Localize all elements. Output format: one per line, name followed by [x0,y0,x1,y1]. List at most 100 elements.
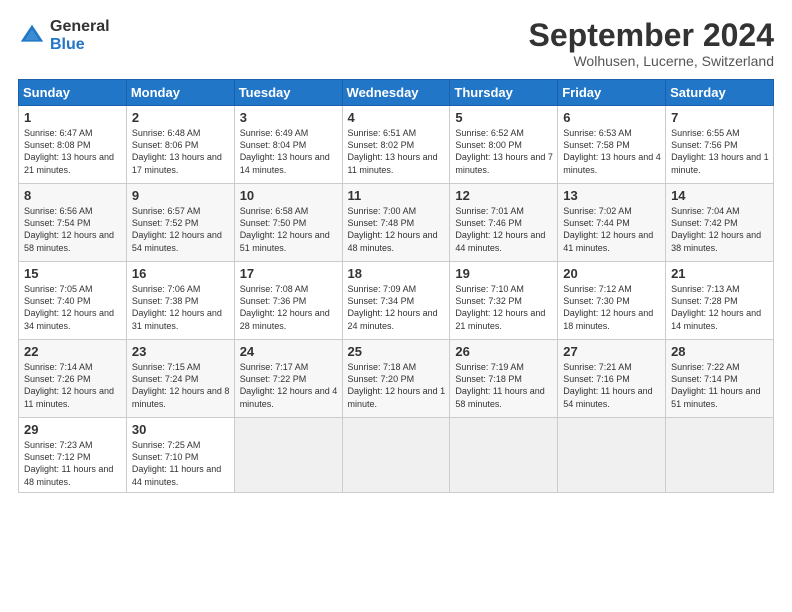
table-row: 29 Sunrise: 7:23 AMSunset: 7:12 PMDayligh… [19,418,127,493]
day-number: 8 [24,188,122,203]
subtitle: Wolhusen, Lucerne, Switzerland [529,53,774,69]
table-row: 13 Sunrise: 7:02 AMSunset: 7:44 PMDayligh… [558,184,666,262]
week-row-5: 29 Sunrise: 7:23 AMSunset: 7:12 PMDayligh… [19,418,774,493]
table-row: 26 Sunrise: 7:19 AMSunset: 7:18 PMDayligh… [450,340,558,418]
table-row: 7 Sunrise: 6:55 AMSunset: 7:56 PMDaylight… [666,106,774,184]
day-number: 23 [132,344,230,359]
day-number: 18 [348,266,446,281]
cell-content: Sunrise: 7:25 AMSunset: 7:10 PMDaylight:… [132,439,230,488]
col-friday: Friday [558,80,666,106]
cell-content: Sunrise: 7:00 AMSunset: 7:48 PMDaylight:… [348,205,446,254]
day-number: 27 [563,344,661,359]
col-sunday: Sunday [19,80,127,106]
cell-content: Sunrise: 7:10 AMSunset: 7:32 PMDaylight:… [455,283,553,332]
table-row: 1Sunrise: 6:47 AMSunset: 8:08 PMDaylight… [19,106,127,184]
table-row: 3 Sunrise: 6:49 AMSunset: 8:04 PMDaylight… [234,106,342,184]
table-row: 16Sunrise: 7:06 AMSunset: 7:38 PMDayligh… [126,262,234,340]
day-number: 28 [671,344,769,359]
table-row: 21Sunrise: 7:13 AMSunset: 7:28 PMDayligh… [666,262,774,340]
cell-content: Sunrise: 6:47 AMSunset: 8:08 PMDaylight:… [24,127,122,176]
table-row: 4Sunrise: 6:51 AMSunset: 8:02 PMDaylight… [342,106,450,184]
day-number: 13 [563,188,661,203]
col-wednesday: Wednesday [342,80,450,106]
week-row-2: 8 Sunrise: 6:56 AMSunset: 7:54 PMDaylight… [19,184,774,262]
logo-blue-text: Blue [50,36,110,54]
cell-content: Sunrise: 6:57 AMSunset: 7:52 PMDaylight:… [132,205,230,254]
table-row: 18Sunrise: 7:09 AMSunset: 7:34 PMDayligh… [342,262,450,340]
col-monday: Monday [126,80,234,106]
cell-content: Sunrise: 7:17 AMSunset: 7:22 PMDaylight:… [240,361,338,410]
week-row-3: 15 Sunrise: 7:05 AMSunset: 7:40 PMDayligh… [19,262,774,340]
week-row-1: 1Sunrise: 6:47 AMSunset: 8:08 PMDaylight… [19,106,774,184]
cell-content: Sunrise: 6:58 AMSunset: 7:50 PMDaylight:… [240,205,338,254]
cell-content: Sunrise: 6:52 AMSunset: 8:00 PMDaylight:… [455,127,553,176]
table-row: 24 Sunrise: 7:17 AMSunset: 7:22 PMDayligh… [234,340,342,418]
col-tuesday: Tuesday [234,80,342,106]
day-number: 3 [240,110,338,125]
logo-icon [18,22,46,50]
cell-content: Sunrise: 7:21 AMSunset: 7:16 PMDaylight:… [563,361,661,410]
table-row [450,418,558,493]
day-number: 24 [240,344,338,359]
header-row: Sunday Monday Tuesday Wednesday Thursday… [19,80,774,106]
cell-content: Sunrise: 7:19 AMSunset: 7:18 PMDaylight:… [455,361,553,410]
day-number: 30 [132,422,230,437]
header: General Blue September 2024 Wolhusen, Lu… [18,18,774,69]
cell-content: Sunrise: 6:48 AMSunset: 8:06 PMDaylight:… [132,127,230,176]
table-row: 10 Sunrise: 6:58 AMSunset: 7:50 PMDayligh… [234,184,342,262]
table-row: 22 Sunrise: 7:14 AMSunset: 7:26 PMDayligh… [19,340,127,418]
day-number: 19 [455,266,553,281]
table-row: 11 Sunrise: 7:00 AMSunset: 7:48 PMDayligh… [342,184,450,262]
day-number: 9 [132,188,230,203]
day-number: 26 [455,344,553,359]
cell-content: Sunrise: 7:02 AMSunset: 7:44 PMDaylight:… [563,205,661,254]
cell-content: Sunrise: 7:04 AMSunset: 7:42 PMDaylight:… [671,205,769,254]
cell-content: Sunrise: 7:05 AMSunset: 7:40 PMDaylight:… [24,283,122,332]
table-row [666,418,774,493]
cell-content: Sunrise: 7:12 AMSunset: 7:30 PMDaylight:… [563,283,661,332]
day-number: 22 [24,344,122,359]
logo: General Blue [18,18,110,53]
table-row: 15 Sunrise: 7:05 AMSunset: 7:40 PMDayligh… [19,262,127,340]
day-number: 17 [240,266,338,281]
table-row [342,418,450,493]
day-number: 6 [563,110,661,125]
week-row-4: 22 Sunrise: 7:14 AMSunset: 7:26 PMDayligh… [19,340,774,418]
day-number: 12 [455,188,553,203]
table-row: 28Sunrise: 7:22 AMSunset: 7:14 PMDayligh… [666,340,774,418]
day-number: 20 [563,266,661,281]
table-row: 8 Sunrise: 6:56 AMSunset: 7:54 PMDaylight… [19,184,127,262]
page: General Blue September 2024 Wolhusen, Lu… [0,0,792,612]
cell-content: Sunrise: 6:56 AMSunset: 7:54 PMDaylight:… [24,205,122,254]
day-number: 5 [455,110,553,125]
calendar-table: Sunday Monday Tuesday Wednesday Thursday… [18,79,774,493]
day-number: 7 [671,110,769,125]
cell-content: Sunrise: 7:15 AMSunset: 7:24 PMDaylight:… [132,361,230,410]
cell-content: Sunrise: 7:01 AMSunset: 7:46 PMDaylight:… [455,205,553,254]
day-number: 16 [132,266,230,281]
day-number: 11 [348,188,446,203]
table-row: 27 Sunrise: 7:21 AMSunset: 7:16 PMDayligh… [558,340,666,418]
table-row: 25Sunrise: 7:18 AMSunset: 7:20 PMDayligh… [342,340,450,418]
cell-content: Sunrise: 7:14 AMSunset: 7:26 PMDaylight:… [24,361,122,410]
day-number: 2 [132,110,230,125]
cell-content: Sunrise: 7:13 AMSunset: 7:28 PMDaylight:… [671,283,769,332]
table-row: 20 Sunrise: 7:12 AMSunset: 7:30 PMDayligh… [558,262,666,340]
table-row [234,418,342,493]
cell-content: Sunrise: 6:55 AMSunset: 7:56 PMDaylight:… [671,127,769,176]
cell-content: Sunrise: 7:08 AMSunset: 7:36 PMDaylight:… [240,283,338,332]
cell-content: Sunrise: 6:53 AMSunset: 7:58 PMDaylight:… [563,127,661,176]
table-row: 17 Sunrise: 7:08 AMSunset: 7:36 PMDayligh… [234,262,342,340]
col-saturday: Saturday [666,80,774,106]
day-number: 15 [24,266,122,281]
cell-content: Sunrise: 6:49 AMSunset: 8:04 PMDaylight:… [240,127,338,176]
logo-text: General Blue [50,18,110,53]
table-row: 23 Sunrise: 7:15 AMSunset: 7:24 PMDayligh… [126,340,234,418]
table-row: 12 Sunrise: 7:01 AMSunset: 7:46 PMDayligh… [450,184,558,262]
title-block: September 2024 Wolhusen, Lucerne, Switze… [529,18,774,69]
cell-content: Sunrise: 7:23 AMSunset: 7:12 PMDaylight:… [24,439,122,488]
table-row [558,418,666,493]
day-number: 29 [24,422,122,437]
day-number: 10 [240,188,338,203]
cell-content: Sunrise: 6:51 AMSunset: 8:02 PMDaylight:… [348,127,446,176]
